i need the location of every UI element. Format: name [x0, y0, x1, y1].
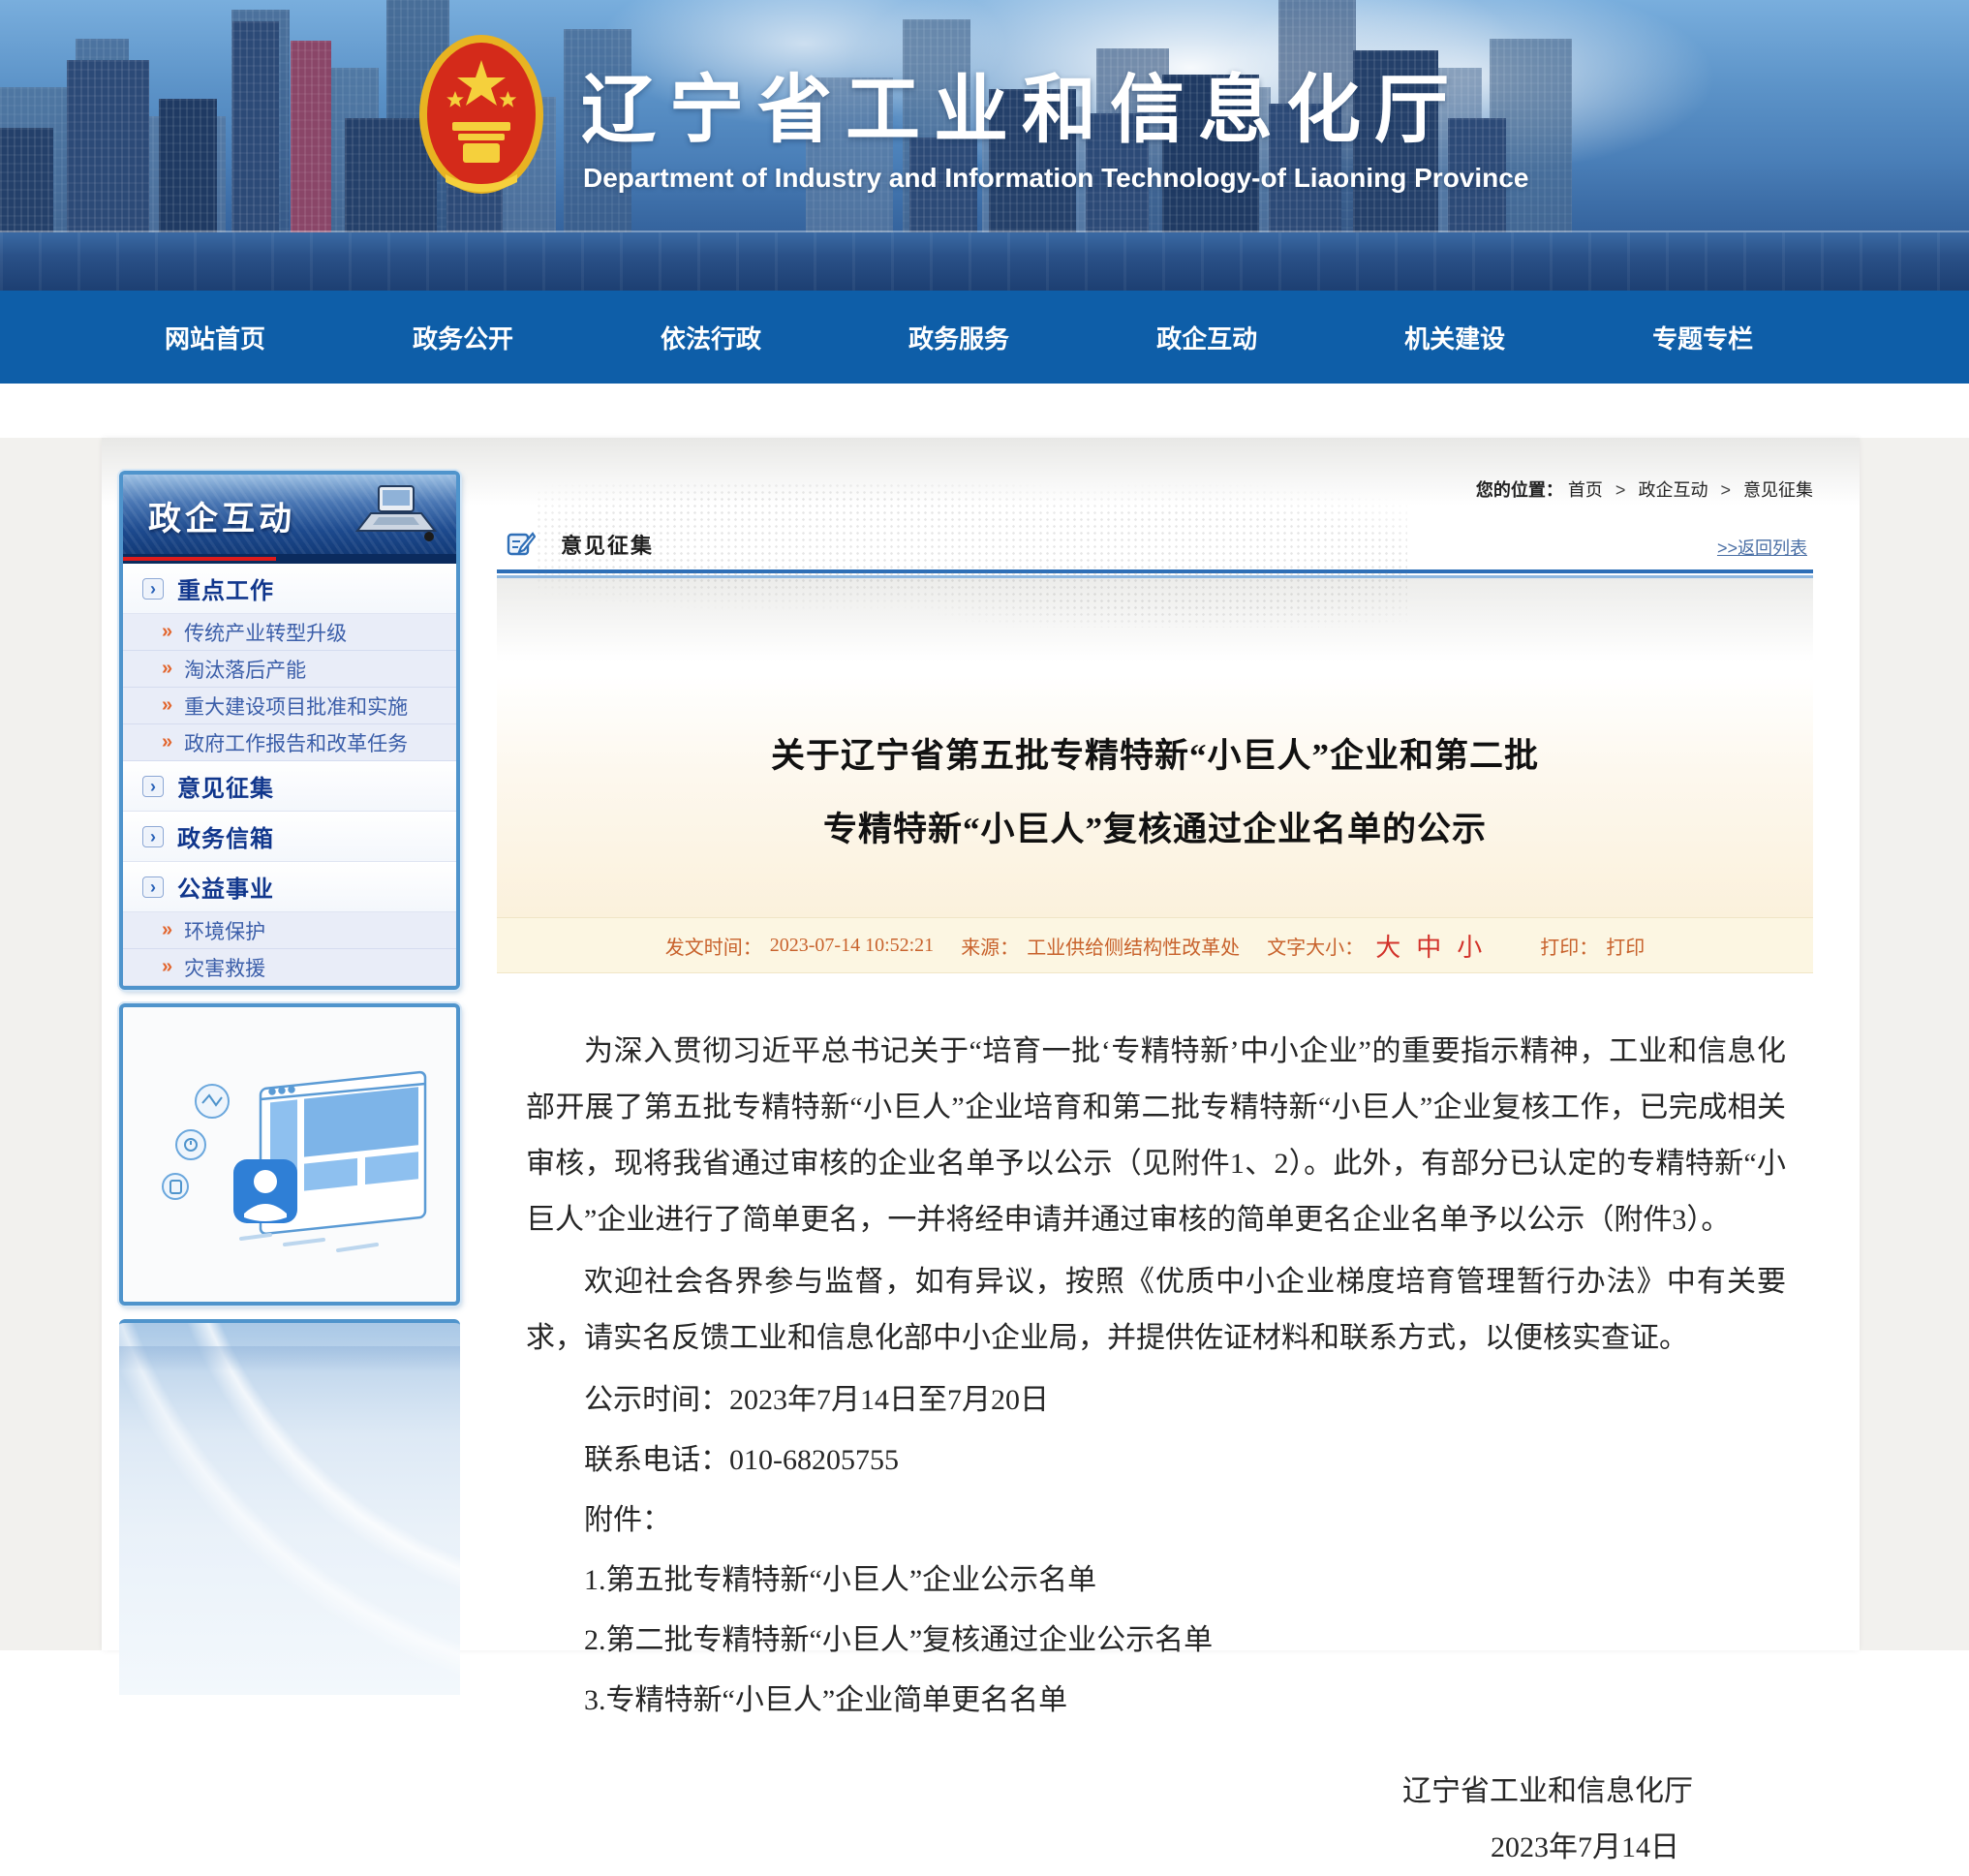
double-arrow-icon: »	[162, 731, 172, 753]
sidebar-red-strip	[123, 554, 456, 564]
chevron-right-icon: ›	[142, 826, 164, 847]
content-card: 政企互动 › 重点工作 »	[102, 438, 1860, 1650]
separator-line	[497, 569, 1813, 573]
site-title: 辽宁省工业和信息化厅	[581, 50, 1462, 158]
sidebar-item-major-projects[interactable]: » 重大建设项目批准和实施	[123, 688, 456, 724]
sidebar-item-opinion-collection[interactable]: › 意见征集	[123, 761, 456, 812]
signature: 辽宁省工业和信息化厅 2023年7月14日	[526, 1764, 1786, 1876]
contact-phone: 联系电话：010-68205755	[526, 1432, 1786, 1489]
fontsize-large-button[interactable]: 大	[1375, 928, 1400, 964]
sidebar-item-gov-mailbox[interactable]: › 政务信箱	[123, 812, 456, 862]
nav-item-services[interactable]: 政务服务	[908, 320, 1009, 355]
publish-time-label: 发文时间：	[665, 932, 762, 960]
main-content: 您的位置： 首页 > 政企互动 > 意见征集 意见征集 >>返回列表	[497, 463, 1813, 1650]
sidebar-title: 政企互动	[148, 492, 295, 539]
chevron-right-icon: ›	[142, 578, 164, 600]
nav-item-law-admin[interactable]: 依法行政	[661, 320, 761, 355]
sidebar-item-phase-out-capacity[interactable]: » 淘汰落后产能	[123, 651, 456, 688]
nav-item-gov-info[interactable]: 政务公开	[413, 320, 513, 355]
double-arrow-icon: »	[162, 694, 172, 717]
sidebar-menu: › 重点工作 » 传统产业转型升级 » 淘汰落后产能 » 重大建设项目批准和实施	[123, 564, 456, 986]
fontsize-medium-button[interactable]: 中	[1416, 928, 1441, 964]
fade-band	[497, 578, 1813, 661]
attachment-3: 3.专精特新“小巨人”企业简单更名名单	[526, 1673, 1786, 1729]
sidebar-item-disaster-relief[interactable]: » 灾害救援	[123, 949, 456, 986]
sidebar: 政企互动 › 重点工作 »	[119, 471, 460, 1650]
source-value: 工业供给侧结构性改革处	[1027, 932, 1240, 960]
nav-item-special[interactable]: 专题专栏	[1652, 320, 1753, 355]
double-arrow-icon: »	[162, 621, 172, 643]
sidebar-menu-box: 政企互动 › 重点工作 »	[119, 471, 460, 990]
fontsize-small-button[interactable]: 小	[1457, 928, 1482, 964]
national-emblem	[416, 29, 547, 208]
attachments-label: 附件：	[526, 1492, 1786, 1549]
breadcrumb-opinion[interactable]: 意见征集	[1743, 480, 1813, 500]
public-notice-period: 公示时间：2023年7月14日至7月20日	[526, 1372, 1786, 1429]
sidebar-item-industry-upgrade[interactable]: » 传统产业转型升级	[123, 614, 456, 651]
river-reflection	[0, 232, 1969, 291]
attachment-2: 2.第二批专精特新“小巨人”复核通过企业公示名单	[526, 1613, 1786, 1669]
sidebar-item-public-welfare[interactable]: › 公益事业	[123, 862, 456, 912]
main-navbar: 网站首页 政务公开 依法行政 政务服务 政企互动 机关建设 专题专栏	[0, 291, 1969, 384]
breadcrumb-home[interactable]: 首页	[1568, 480, 1603, 500]
sidebar-item-key-work[interactable]: › 重点工作	[123, 564, 456, 614]
sidebar-item-environment[interactable]: » 环境保护	[123, 912, 456, 949]
section-title: 意见征集	[561, 529, 654, 560]
double-arrow-icon: »	[162, 956, 172, 978]
chevron-right-icon: ›	[142, 876, 164, 898]
breadcrumb-label: 您的位置：	[1476, 480, 1563, 500]
nav-item-home[interactable]: 网站首页	[165, 320, 265, 355]
breadcrumb: 您的位置： 首页 > 政企互动 > 意见征集	[497, 463, 1813, 502]
laptop-icon	[350, 484, 443, 544]
article-title-line1: 关于辽宁省第五批专精特新“小巨人”企业和第二批	[536, 720, 1774, 793]
double-arrow-icon: »	[162, 658, 172, 680]
double-arrow-icon: »	[162, 919, 172, 941]
breadcrumb-separator: >	[1615, 480, 1626, 500]
nav-item-agency[interactable]: 机关建设	[1404, 320, 1505, 355]
article-body: 为深入贯彻习近平总书记关于“培育一批‘专精特新’中小企业”的重要指示精神，工业和…	[497, 1024, 1813, 1876]
section-tab: 意见征集	[507, 529, 654, 560]
sidebar-illustration-box	[119, 1003, 460, 1306]
print-label: 打印：	[1540, 932, 1598, 960]
nav-item-gov-enterprise[interactable]: 政企互动	[1156, 320, 1257, 355]
page-body: 政企互动 › 重点工作 »	[0, 438, 1969, 1650]
back-to-list-link[interactable]: >>返回列表	[1717, 535, 1807, 560]
breadcrumb-separator: >	[1720, 480, 1731, 500]
attachment-1: 1.第五批专精特新“小巨人”企业公示名单	[526, 1553, 1786, 1609]
paragraph: 欢迎社会各界参与监督，如有异议，按照《优质中小企业梯度培育管理暂行办法》中有关要…	[526, 1254, 1786, 1367]
sidebar-header: 政企互动	[123, 475, 456, 554]
sidebar-gradient-panel	[119, 1319, 460, 1695]
site-banner: 辽宁省工业和信息化厅 Department of Industry and In…	[0, 0, 1969, 291]
site-subtitle: Department of Industry and Information T…	[583, 163, 1528, 194]
source-label: 来源：	[961, 932, 1019, 960]
article-meta-bar: 发文时间： 2023-07-14 10:52:21 来源： 工业供给侧结构性改革…	[497, 917, 1813, 973]
breadcrumb-gov-enterprise[interactable]: 政企互动	[1638, 480, 1707, 500]
signature-org: 辽宁省工业和信息化厅	[526, 1764, 1693, 1820]
print-link[interactable]: 打印	[1606, 932, 1645, 960]
article-title-line2: 专精特新“小巨人”复核通过企业名单的公示	[536, 793, 1774, 867]
fontsize-label: 文字大小：	[1267, 932, 1364, 960]
chevron-right-icon: ›	[142, 776, 164, 797]
signature-date: 2023年7月14日	[526, 1820, 1693, 1876]
paragraph: 为深入贯彻习近平总书记关于“培育一批‘专精特新’中小企业”的重要指示精神，工业和…	[526, 1024, 1786, 1248]
publish-time-value: 2023-07-14 10:52:21	[770, 935, 934, 957]
section-header-row: 意见征集 >>返回列表	[497, 529, 1813, 569]
article-title-block: 关于辽宁省第五批专精特新“小巨人”企业和第二批 专精特新“小巨人”复核通过企业名…	[497, 675, 1813, 917]
spacer	[0, 384, 1969, 438]
interaction-illustration	[144, 1024, 435, 1285]
sidebar-item-gov-report-tasks[interactable]: » 政府工作报告和改革任务	[123, 724, 456, 761]
pen-note-icon	[507, 531, 536, 558]
